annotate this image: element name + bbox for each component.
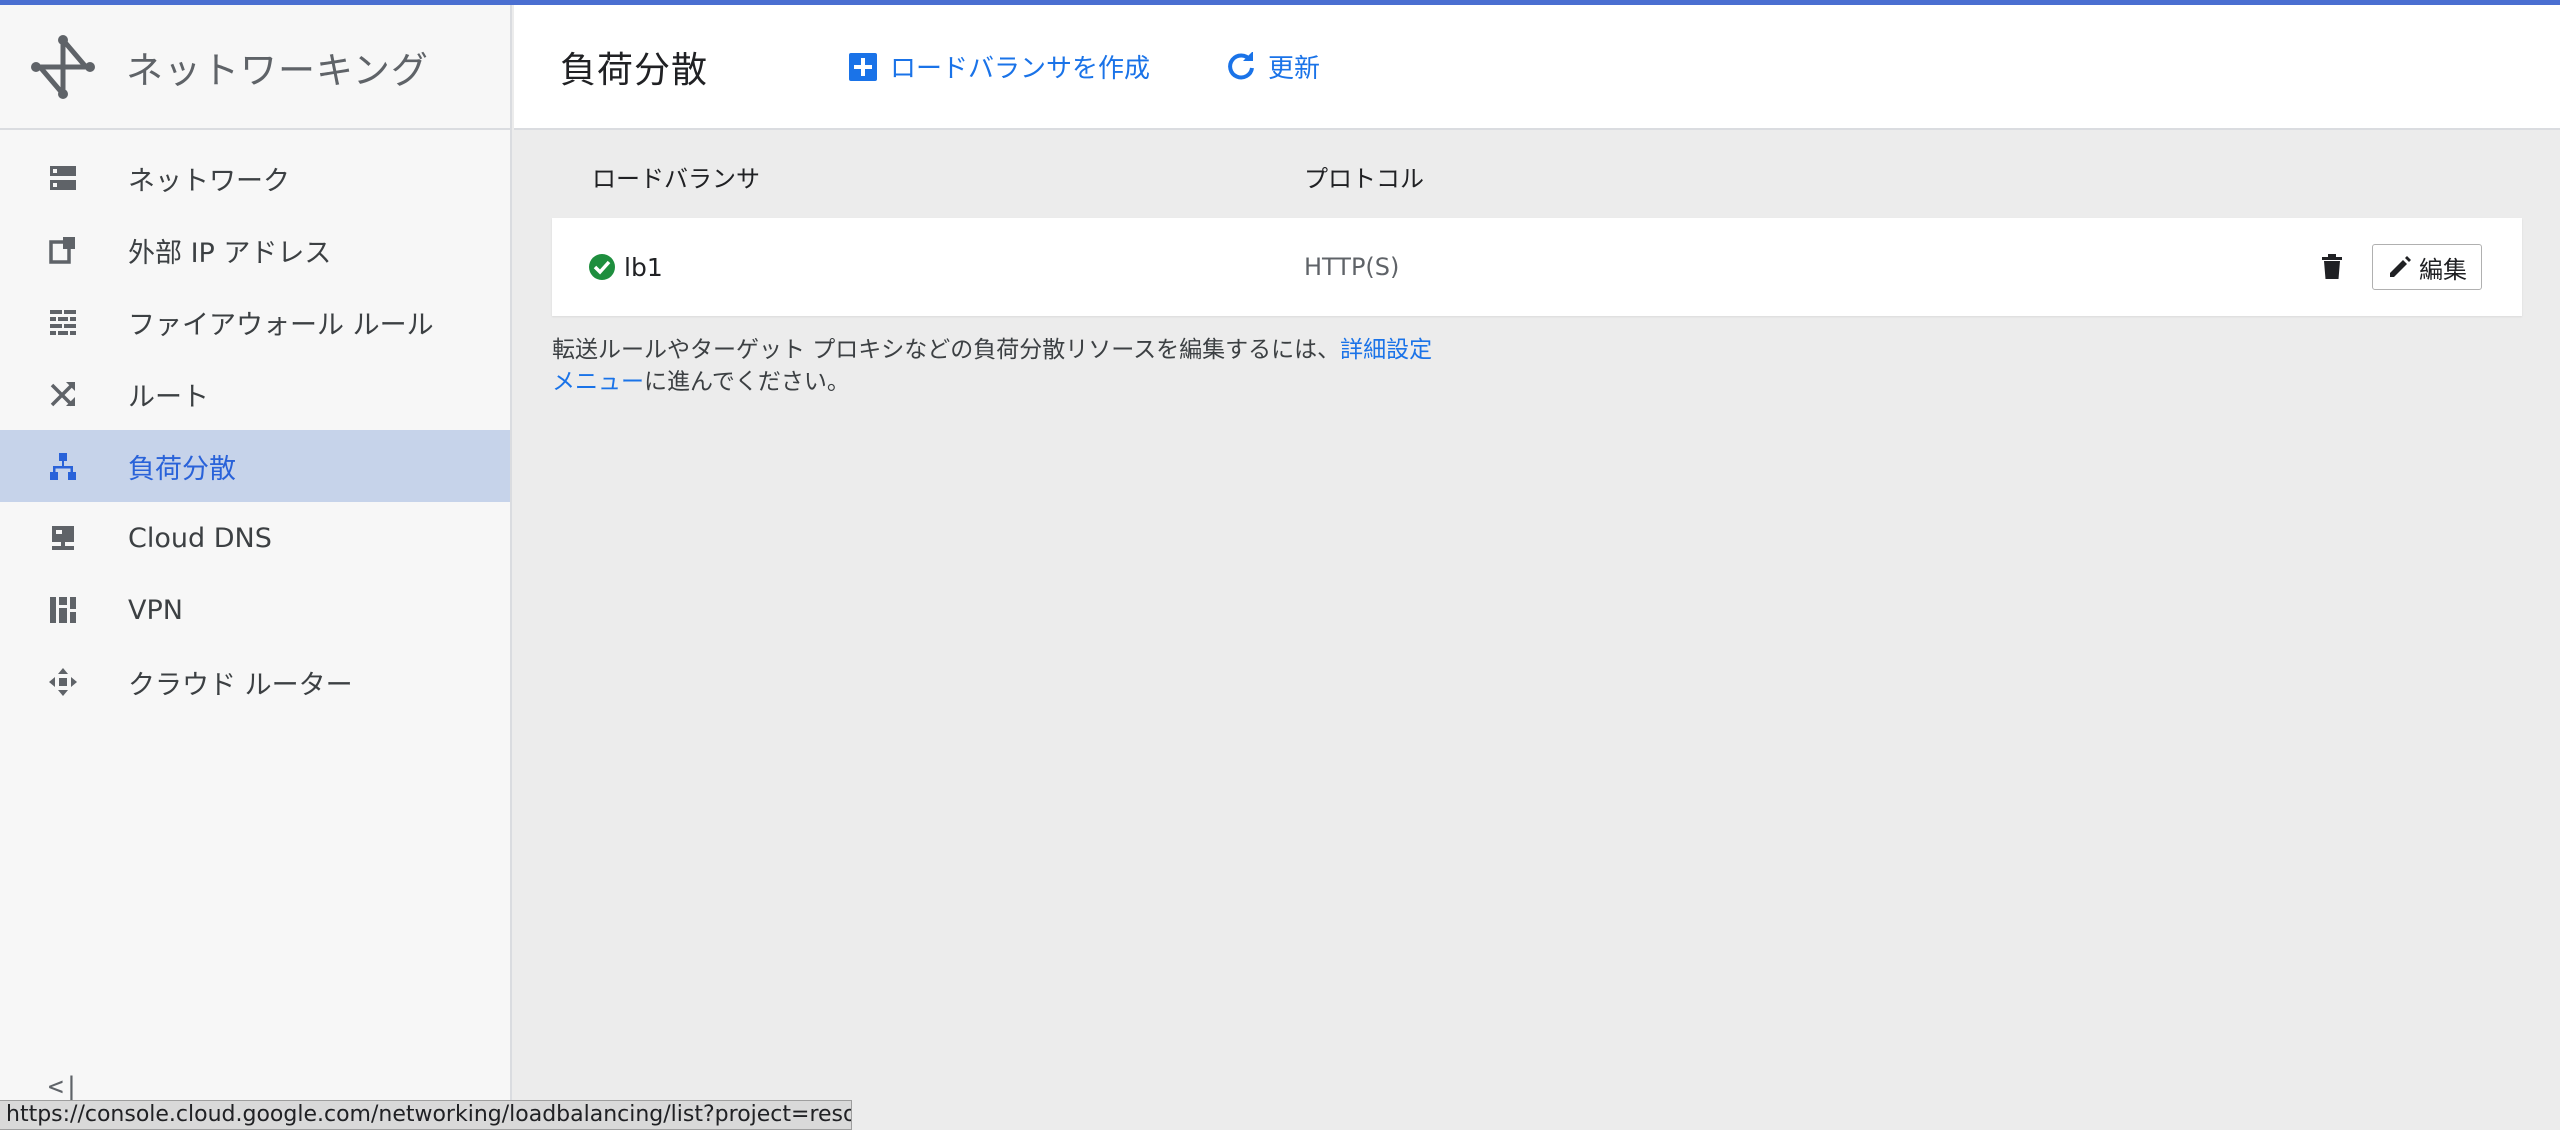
advanced-menu-note: 転送ルールやターゲット プロキシなどの負荷分散リソースを編集するには、詳細設定メ…	[552, 334, 1452, 398]
sidebar-item-cloud-dns[interactable]: Cloud DNS	[0, 502, 510, 574]
sidebar-item-label: VPN	[128, 594, 183, 626]
sidebar-item-cloud-router[interactable]: クラウド ルーター	[0, 646, 510, 718]
column-header-load-balancer[interactable]: ロードバランサ	[552, 159, 1304, 194]
create-load-balancer-label: ロードバランサを作成	[890, 54, 1151, 84]
add-box-icon	[849, 52, 878, 81]
trash-icon	[2322, 254, 2342, 279]
external-ip-icon	[46, 233, 80, 267]
sidebar-item-label: クラウド ルーター	[128, 669, 353, 701]
sidebar-item-label: Cloud DNS	[128, 522, 272, 554]
collapse-sidebar-button[interactable]: <|	[48, 1072, 79, 1102]
refresh-button[interactable]: 更新	[1226, 48, 1320, 85]
edit-label: 編集	[2419, 255, 2467, 284]
create-load-balancer-button[interactable]: ロードバランサを作成	[848, 48, 1150, 85]
sidebar-item-label: 負荷分散	[128, 453, 236, 485]
sidebar-header: ネットワーキング	[0, 5, 510, 130]
vpn-icon	[46, 593, 80, 627]
sidebar-nav: ネットワーク 外部 IP アドレス ファイアウォール ルール ルート 負荷分散	[0, 130, 510, 718]
sidebar-title: ネットワーキング	[126, 48, 429, 92]
sidebar-item-label: ファイアウォール ルール	[128, 309, 434, 341]
refresh-label: 更新	[1268, 54, 1321, 84]
route-icon	[46, 377, 80, 411]
status-bar-url: https://console.cloud.google.com/network…	[0, 1100, 852, 1130]
main-header: 負荷分散 ロードバランサを作成 更新	[514, 5, 2560, 130]
sidebar-item-external-ip[interactable]: 外部 IP アドレス	[0, 214, 510, 286]
refresh-icon	[1228, 51, 1255, 79]
load-balancing-icon	[46, 449, 80, 483]
note-text-before: 転送ルールやターゲット プロキシなどの負荷分散リソースを編集するには、	[552, 337, 1341, 363]
page-title: 負荷分散	[560, 49, 709, 91]
note-text-after: に進んでください。	[644, 369, 850, 395]
sidebar-item-load-balancing[interactable]: 負荷分散	[0, 430, 510, 502]
edit-button[interactable]: 編集	[2372, 244, 2482, 290]
sidebar-item-label: ネットワーク	[128, 165, 290, 197]
firewall-icon	[46, 305, 80, 339]
row-actions: 編集	[2312, 244, 2482, 290]
table-header: ロードバランサ プロトコル	[552, 130, 2522, 218]
sidebar-item-network[interactable]: ネットワーク	[0, 142, 510, 214]
load-balancer-name-cell: lb1	[552, 253, 1304, 282]
sidebar-item-firewall[interactable]: ファイアウォール ルール	[0, 286, 510, 358]
network-icon	[46, 161, 80, 195]
sidebar-item-label: ルート	[128, 381, 209, 413]
sidebar: ネットワーキング ネットワーク 外部 IP アドレス ファイアウォール ルール …	[0, 5, 512, 1130]
sidebar-item-vpn[interactable]: VPN	[0, 574, 510, 646]
router-icon	[46, 665, 80, 699]
status-ok-icon	[589, 254, 615, 280]
table-row[interactable]: lb1 HTTP(S) 編集	[552, 218, 2522, 316]
sidebar-item-route[interactable]: ルート	[0, 358, 510, 430]
delete-button[interactable]	[2312, 247, 2352, 287]
load-balancer-name-link[interactable]: lb1	[624, 253, 663, 282]
networking-logo-icon	[31, 34, 95, 99]
protocol-cell: HTTP(S)	[1304, 253, 1400, 281]
column-header-protocol[interactable]: プロトコル	[1304, 159, 2104, 194]
load-balancer-list: ロードバランサ プロトコル lb1 HTTP(S) 編集 転送ルールやターゲット…	[552, 130, 2522, 398]
dns-icon	[46, 521, 80, 555]
sidebar-item-label: 外部 IP アドレス	[128, 237, 332, 269]
pencil-icon	[2390, 256, 2411, 277]
